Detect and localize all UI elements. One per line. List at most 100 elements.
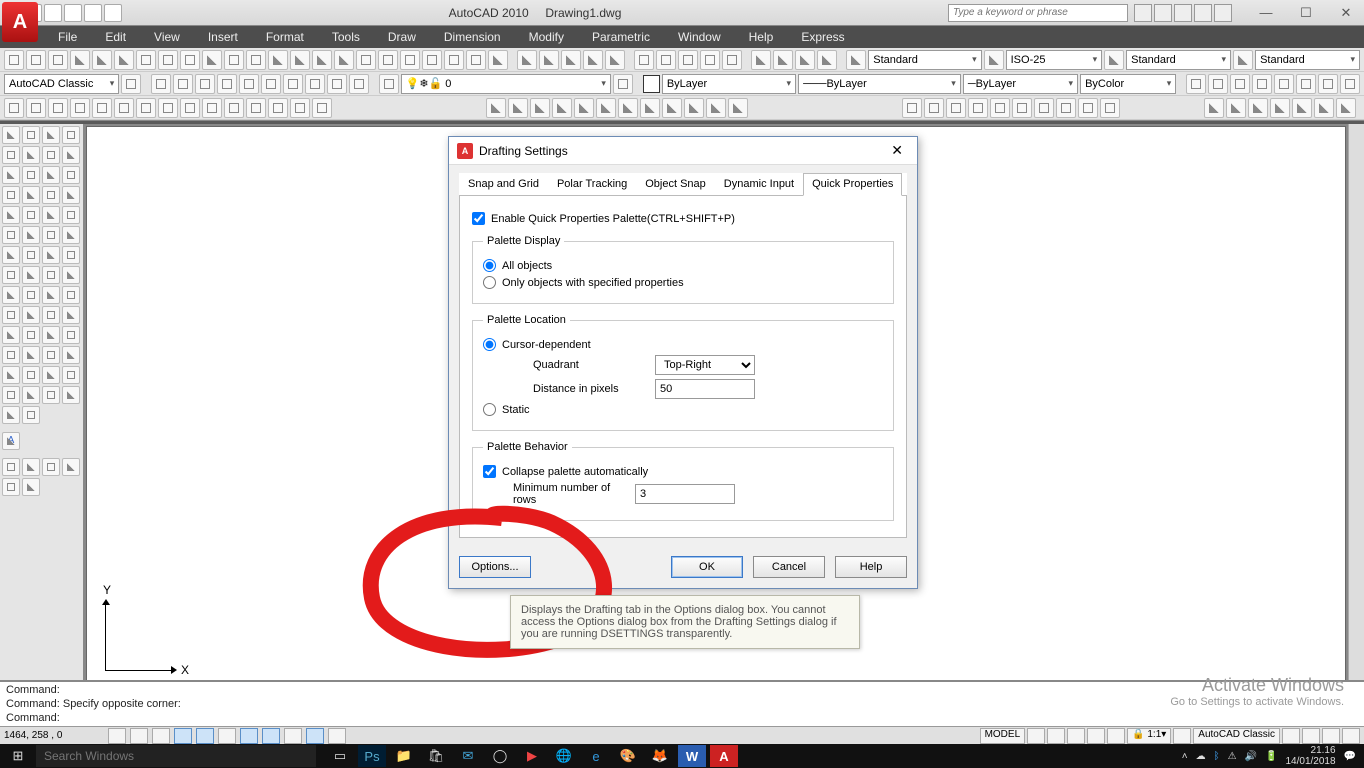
block-icon[interactable] (2, 186, 20, 204)
region2-icon[interactable] (2, 206, 20, 224)
erase-icon[interactable] (2, 226, 20, 244)
osnap-node-icon[interactable] (246, 98, 266, 118)
favorites-icon[interactable] (1194, 4, 1212, 22)
taskview-icon[interactable]: ▭ (326, 745, 354, 767)
style-ml-icon[interactable] (1233, 50, 1253, 70)
grid-toggle[interactable] (130, 728, 148, 744)
workspace-dropdown[interactable]: AutoCAD Classic (4, 74, 119, 94)
tab-quick-properties[interactable]: Quick Properties (803, 173, 902, 196)
tool-light-icon[interactable] (656, 50, 676, 70)
copyobj-icon[interactable] (22, 226, 40, 244)
cancel-button[interactable]: Cancel (753, 556, 825, 578)
qat-undo-icon[interactable] (64, 4, 82, 22)
mtext2-icon[interactable]: A (2, 432, 20, 450)
view-back-icon[interactable] (1012, 98, 1032, 118)
stretch-icon[interactable] (2, 266, 20, 284)
color-dropdown[interactable]: ByLayer (662, 74, 796, 94)
clean-screen-icon[interactable] (1342, 728, 1360, 744)
rect-icon[interactable] (2, 146, 20, 164)
tool-region-icon[interactable] (561, 50, 581, 70)
lwt-toggle[interactable] (284, 728, 302, 744)
mirror-icon[interactable] (42, 226, 60, 244)
comm-center-icon[interactable] (1174, 4, 1192, 22)
ucs-apply-icon[interactable] (728, 98, 748, 118)
isolate-icon[interactable] (1322, 728, 1340, 744)
quadrant-dropdown[interactable]: Top-Right (655, 355, 755, 375)
cons2-icon[interactable] (22, 458, 40, 476)
layer-unlock-icon[interactable] (305, 74, 325, 94)
view-bot-icon[interactable] (924, 98, 944, 118)
tool-dc-icon[interactable] (378, 50, 398, 70)
specified-objects-input[interactable] (483, 276, 496, 289)
scale-icon[interactable] (62, 246, 80, 264)
attdef-icon[interactable] (1274, 74, 1294, 94)
collapse-checkbox[interactable]: Collapse palette automatically (483, 465, 883, 478)
text-style-dropdown[interactable]: Standard (868, 50, 981, 70)
ws-name[interactable]: AutoCAD Classic (1193, 728, 1280, 744)
osnap-set-icon[interactable] (312, 98, 332, 118)
enable-qp-input[interactable] (472, 212, 485, 225)
menu-insert[interactable]: Insert (194, 27, 252, 47)
dialog-close-button[interactable]: ✕ (885, 142, 909, 159)
tool-tp-icon[interactable] (400, 50, 420, 70)
spline-icon[interactable] (2, 166, 20, 184)
menu-draw[interactable]: Draw (374, 27, 430, 47)
ellarc-icon[interactable] (42, 166, 60, 184)
tool-map-icon[interactable] (700, 50, 720, 70)
tray-net-icon[interactable]: ⚠ (1228, 751, 1237, 762)
revcloud-icon[interactable] (62, 146, 80, 164)
word-icon[interactable]: W (678, 745, 706, 767)
view-ne-icon[interactable] (1078, 98, 1098, 118)
move-icon[interactable] (22, 246, 40, 264)
menu-format[interactable]: Format (252, 27, 318, 47)
dimjog-icon[interactable] (42, 326, 60, 344)
ok-button[interactable]: OK (671, 556, 743, 578)
cen-mark-icon[interactable] (62, 366, 80, 384)
options-button[interactable]: Options... (459, 556, 531, 578)
tool-mat-icon[interactable] (678, 50, 698, 70)
sc-toggle[interactable] (328, 728, 346, 744)
polar-toggle[interactable] (174, 728, 192, 744)
snap-toggle[interactable] (108, 728, 126, 744)
menu-file[interactable]: File (44, 27, 91, 47)
qat-redo-icon[interactable] (84, 4, 102, 22)
menu-tools[interactable]: Tools (318, 27, 374, 47)
tray-batt-icon[interactable]: 🔋 (1265, 751, 1277, 762)
ducs-toggle[interactable] (240, 728, 258, 744)
autocad-icon[interactable]: A (710, 745, 738, 767)
line-icon[interactable] (2, 126, 20, 144)
app-menu-button[interactable]: A (2, 2, 38, 42)
tool-dim4-icon[interactable] (817, 50, 837, 70)
style-dim-icon[interactable] (984, 50, 1004, 70)
layer-dropdown[interactable]: 💡❄🔓 0 (401, 74, 611, 94)
ucs-zaxis-icon[interactable] (706, 98, 726, 118)
make-block-icon[interactable] (1208, 74, 1228, 94)
tool-pan-icon[interactable] (268, 50, 288, 70)
tol-icon[interactable] (42, 366, 60, 384)
layprop-icon[interactable] (379, 74, 399, 94)
qp-toggle[interactable] (306, 728, 324, 744)
tray-vol-icon[interactable]: 🔊 (1245, 751, 1257, 762)
layer-lock-icon[interactable] (283, 74, 303, 94)
qv-drawings-icon[interactable] (1047, 728, 1065, 744)
rotate-icon[interactable] (42, 246, 60, 264)
polygon-icon[interactable] (62, 126, 80, 144)
osnap-cen-icon[interactable] (114, 98, 134, 118)
view-nw-icon[interactable] (1100, 98, 1120, 118)
circle-icon[interactable] (42, 146, 60, 164)
tool-save-icon[interactable] (48, 50, 68, 70)
dimupd-icon[interactable] (2, 406, 20, 424)
array-icon[interactable] (2, 246, 20, 264)
photoshop-icon[interactable]: Ps (358, 745, 386, 767)
collapse-input[interactable] (483, 465, 496, 478)
osnap-ext-icon[interactable] (92, 98, 112, 118)
vscrollbar[interactable] (1348, 124, 1364, 704)
menu-window[interactable]: Window (664, 27, 735, 47)
ann-scale-icon[interactable] (1067, 728, 1085, 744)
qat-save-icon[interactable] (44, 4, 62, 22)
osnap-quad-icon[interactable] (136, 98, 156, 118)
style-a-icon[interactable] (846, 50, 866, 70)
tool-new-icon[interactable] (4, 50, 24, 70)
rec-icon[interactable] (1336, 98, 1356, 118)
tool-dim3-icon[interactable] (795, 50, 815, 70)
